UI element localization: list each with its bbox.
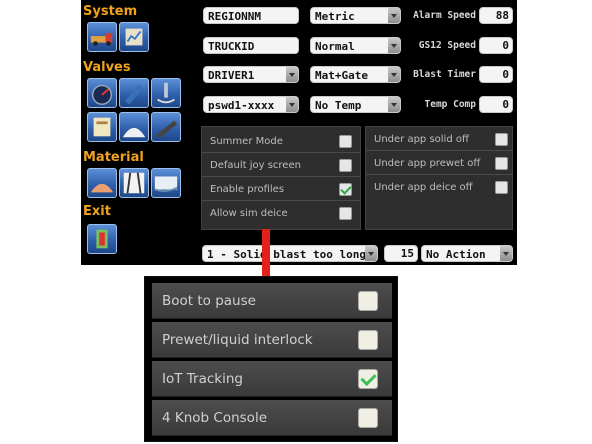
option-enable-profiles[interactable]: Enable profiles: [202, 179, 360, 201]
option-label: IoT Tracking: [162, 371, 243, 387]
option-under-app-solid-off[interactable]: Under app solid off: [366, 129, 512, 151]
action-select-value: No Action: [426, 248, 486, 261]
chevron-down-icon: [388, 38, 400, 53]
blade-icon[interactable]: [151, 112, 181, 142]
gs12-speed-label: GS12 Speed: [418, 40, 476, 51]
temp-select-value: No Temp: [315, 99, 362, 112]
blast-timer-label: Blast Timer: [413, 69, 476, 80]
calibration-icon[interactable]: [87, 112, 117, 142]
driver-select[interactable]: DRIVER1: [203, 66, 299, 83]
option-under-app-deice-off[interactable]: Under app deice off: [366, 177, 512, 199]
zoom-option-prewet-liquid-interlock[interactable]: Prewet/liquid interlock: [152, 322, 392, 358]
material-select[interactable]: Mat+Gate: [310, 66, 401, 83]
region-name-field[interactable]: REGIONNM: [203, 7, 299, 24]
boot-to-pause-checkbox[interactable]: [358, 291, 378, 311]
alarm-speed-value[interactable]: 88: [479, 7, 513, 24]
units-select-value: Metric: [315, 10, 355, 23]
zoom-option-iot-tracking[interactable]: IoT Tracking: [152, 361, 392, 397]
chevron-down-icon: [388, 67, 400, 82]
alarm-number-field[interactable]: 15: [384, 245, 418, 262]
truck-icon[interactable]: [87, 22, 117, 52]
chevron-down-icon: [388, 8, 400, 23]
road-icon[interactable]: [119, 168, 149, 198]
action-select[interactable]: No Action: [421, 245, 513, 262]
under-app-prewet-off-checkbox[interactable]: [495, 157, 508, 170]
zoom-option-boot-to-pause[interactable]: Boot to pause: [152, 283, 392, 319]
alarm-speed-label: Alarm Speed: [413, 10, 476, 21]
option-label: 4 Knob Console: [162, 410, 268, 426]
gs12-speed-value[interactable]: 0: [479, 37, 513, 54]
option-label: Boot to pause: [162, 293, 256, 309]
option-label: Enable profiles: [210, 184, 285, 195]
iot-tracking-checkbox[interactable]: [358, 369, 378, 389]
summer-mode-checkbox[interactable]: [339, 135, 352, 148]
allow-sim-deice-checkbox[interactable]: [339, 207, 352, 220]
gauge-icon[interactable]: [87, 78, 117, 108]
option-allow-sim-deice[interactable]: Allow sim deice: [202, 203, 360, 225]
option-under-app-prewet-off[interactable]: Under app prewet off: [366, 153, 512, 175]
under-app-solid-off-checkbox[interactable]: [495, 133, 508, 146]
right-options-box: Under app solid off Under app prewet off…: [365, 126, 513, 230]
valve-icon[interactable]: [151, 78, 181, 108]
option-label: Under app deice off: [374, 182, 473, 193]
snow-icon[interactable]: [151, 168, 181, 198]
section-system: System: [83, 4, 138, 19]
default-joy-screen-checkbox[interactable]: [339, 159, 352, 172]
temp-comp-value[interactable]: 0: [479, 96, 513, 113]
option-label: Summer Mode: [210, 136, 283, 147]
settings-panel: System Valves Material Exit REGIONNM TRU…: [81, 0, 517, 265]
prewet-liquid-interlock-checkbox[interactable]: [358, 330, 378, 350]
option-label: Under app solid off: [374, 134, 469, 145]
material-select-value: Mat+Gate: [315, 69, 368, 82]
under-app-deice-off-checkbox[interactable]: [495, 181, 508, 194]
option-label: Default joy screen: [210, 160, 301, 171]
mode-select[interactable]: Normal: [310, 37, 401, 54]
sidebar: System Valves Material Exit: [81, 0, 199, 265]
option-summer-mode[interactable]: Summer Mode: [202, 131, 360, 153]
chevron-down-icon: [500, 246, 512, 261]
units-select[interactable]: Metric: [310, 7, 401, 24]
chevron-down-icon: [365, 246, 377, 261]
left-options-box: Summer Mode Default joy screen Enable pr…: [201, 126, 361, 230]
option-label: Allow sim deice: [210, 208, 288, 219]
chevron-down-icon: [286, 97, 298, 112]
mode-select-value: Normal: [315, 40, 355, 53]
spreader-icon[interactable]: [119, 78, 149, 108]
alarm-select-value: 1 - Solid blast too long: [207, 248, 366, 261]
blast-timer-value[interactable]: 0: [479, 66, 513, 83]
password-select-value: pswd1-xxxx: [208, 99, 275, 112]
temp-select[interactable]: No Temp: [310, 96, 401, 113]
section-exit: Exit: [83, 204, 111, 219]
temp-comp-label: Temp Comp: [424, 99, 476, 110]
zoomed-options-panel: Boot to pause Prewet/liquid interlock Io…: [144, 276, 398, 442]
chevron-down-icon: [286, 67, 298, 82]
truck-id-field[interactable]: TRUCKID: [203, 37, 299, 54]
password-select[interactable]: pswd1-xxxx: [203, 96, 299, 113]
section-valves: Valves: [83, 60, 131, 75]
enable-profiles-checkbox[interactable]: [339, 183, 352, 196]
salt-icon[interactable]: [87, 168, 117, 198]
option-label: Prewet/liquid interlock: [162, 332, 313, 348]
chevron-down-icon: [388, 97, 400, 112]
option-label: Under app prewet off: [374, 158, 481, 169]
driver-select-value: DRIVER1: [208, 69, 255, 82]
exit-icon[interactable]: [87, 224, 117, 254]
zoom-option-4-knob-console[interactable]: 4 Knob Console: [152, 400, 392, 436]
option-default-joy-screen[interactable]: Default joy screen: [202, 155, 360, 177]
pile-icon[interactable]: [119, 112, 149, 142]
section-material: Material: [83, 150, 144, 165]
4-knob-console-checkbox[interactable]: [358, 408, 378, 428]
alarm-select[interactable]: 1 - Solid blast too long: [202, 245, 378, 262]
settings-chart-icon[interactable]: [119, 22, 149, 52]
